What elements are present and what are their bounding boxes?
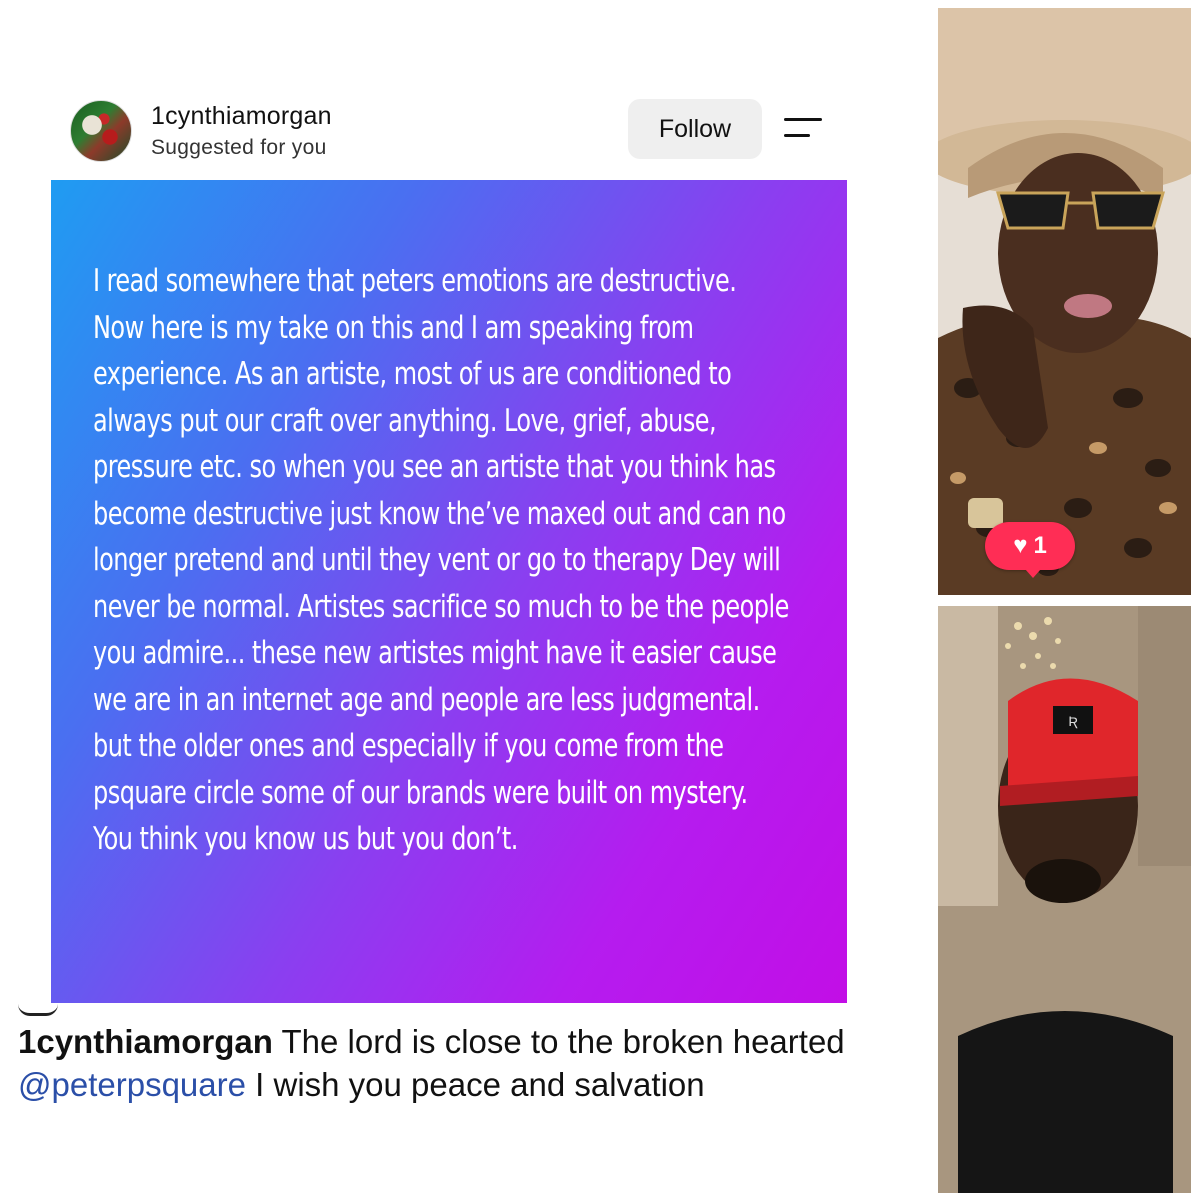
caption-divider: [18, 1004, 58, 1016]
caption: 1cynthiamorgan The lord is close to the …: [18, 1020, 933, 1106]
heart-icon: ♥: [1013, 532, 1028, 559]
follow-button[interactable]: Follow: [628, 99, 762, 159]
caption-text-end: I wish you peace and salvation: [255, 1066, 705, 1103]
menu-icon[interactable]: [782, 114, 826, 144]
like-badge[interactable]: ♥ 1: [985, 522, 1075, 578]
caption-text: The lord is close to the broken hearted: [281, 1023, 845, 1060]
avatar[interactable]: [70, 100, 132, 162]
post-image: I read somewhere that peters emotions ar…: [51, 180, 847, 1003]
man-photo: Ʀ: [938, 606, 1191, 1193]
suggested-label: Suggested for you: [151, 136, 327, 159]
svg-text:Ʀ: Ʀ: [1068, 713, 1078, 729]
post-header: 1cynthiamorgan Suggested for you Follow: [70, 96, 850, 164]
woman-photo: [938, 8, 1191, 595]
like-count: 1: [1033, 532, 1047, 559]
caption-mention[interactable]: @peterpsquare: [18, 1066, 246, 1103]
caption-username[interactable]: 1cynthiamorgan: [18, 1023, 273, 1060]
post-image-text: I read somewhere that peters emotions ar…: [93, 263, 789, 857]
post-username[interactable]: 1cynthiamorgan: [151, 102, 332, 131]
